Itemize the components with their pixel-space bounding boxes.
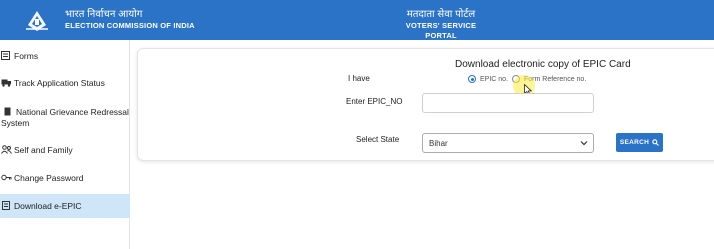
sidebar-item-label: Change Password	[14, 173, 84, 183]
epic-no-radio-label[interactable]: EPIC no.	[480, 76, 508, 83]
brand-hindi: भारत निर्वाचन आयोग	[65, 9, 143, 20]
portal-title: मतदाता सेवा पोर्टल VOTERS' SERVICE PORTA…	[396, 9, 486, 41]
eci-logo-icon	[26, 11, 48, 31]
state-select[interactable]: Bihar	[422, 133, 594, 153]
epic-no-radio[interactable]	[468, 75, 476, 83]
sidebar-item-download-epic[interactable]: Download e-EPIC	[0, 194, 130, 218]
form-icon	[1, 51, 10, 60]
chevron-down-icon	[580, 141, 588, 146]
search-icon	[652, 139, 660, 146]
epic-no-input[interactable]	[422, 93, 594, 113]
sidebar-item-label: Forms	[14, 51, 39, 61]
sidebar-item-track-status[interactable]: Track Application Status	[0, 78, 130, 90]
document-icon	[4, 107, 11, 116]
search-button-label: SEARCH	[619, 139, 650, 146]
truck-icon	[1, 79, 11, 87]
document-icon	[2, 201, 10, 210]
sidebar-item-label: Track Application Status	[14, 78, 105, 88]
top-header: भारत निर्वाचन आयोग ELECTION COMMISSION O…	[0, 0, 714, 40]
state-select-value: Bihar	[429, 139, 448, 148]
sidebar-item-label: Download e-EPIC	[14, 201, 82, 211]
page: भारत निर्वाचन आयोग ELECTION COMMISSION O…	[0, 0, 714, 249]
sidebar-item-label-line2: System	[1, 118, 30, 128]
i-have-label: I have	[348, 74, 370, 83]
sidebar-item-label: Self and Family	[14, 145, 73, 155]
brand-english: ELECTION COMMISSION OF INDIA	[65, 21, 195, 30]
sidebar-item-label-line1: National Grievance Redressal	[16, 107, 129, 117]
portal-hindi: मतदाता सेवा पोर्टल	[406, 9, 476, 20]
brand-title[interactable]: भारत निर्वाचन आयोग ELECTION COMMISSION O…	[65, 9, 195, 31]
epic-no-label: Enter EPIC_NO	[346, 97, 403, 106]
sidebar-item-forms[interactable]: Forms	[0, 51, 130, 63]
sidebar-item-change-password[interactable]: Change Password	[0, 173, 130, 185]
portal-english: VOTERS' SERVICE PORTAL	[405, 21, 477, 40]
people-icon	[1, 145, 12, 154]
sidebar-item-grievance[interactable]: National Grievance Redressal System	[0, 107, 130, 131]
select-state-label: Select State	[356, 135, 400, 144]
key-icon	[1, 174, 12, 181]
form-title: Download electronic copy of EPIC Card	[455, 59, 631, 70]
search-button[interactable]: SEARCH	[616, 133, 663, 152]
sidebar-item-self-family[interactable]: Self and Family	[0, 145, 130, 157]
